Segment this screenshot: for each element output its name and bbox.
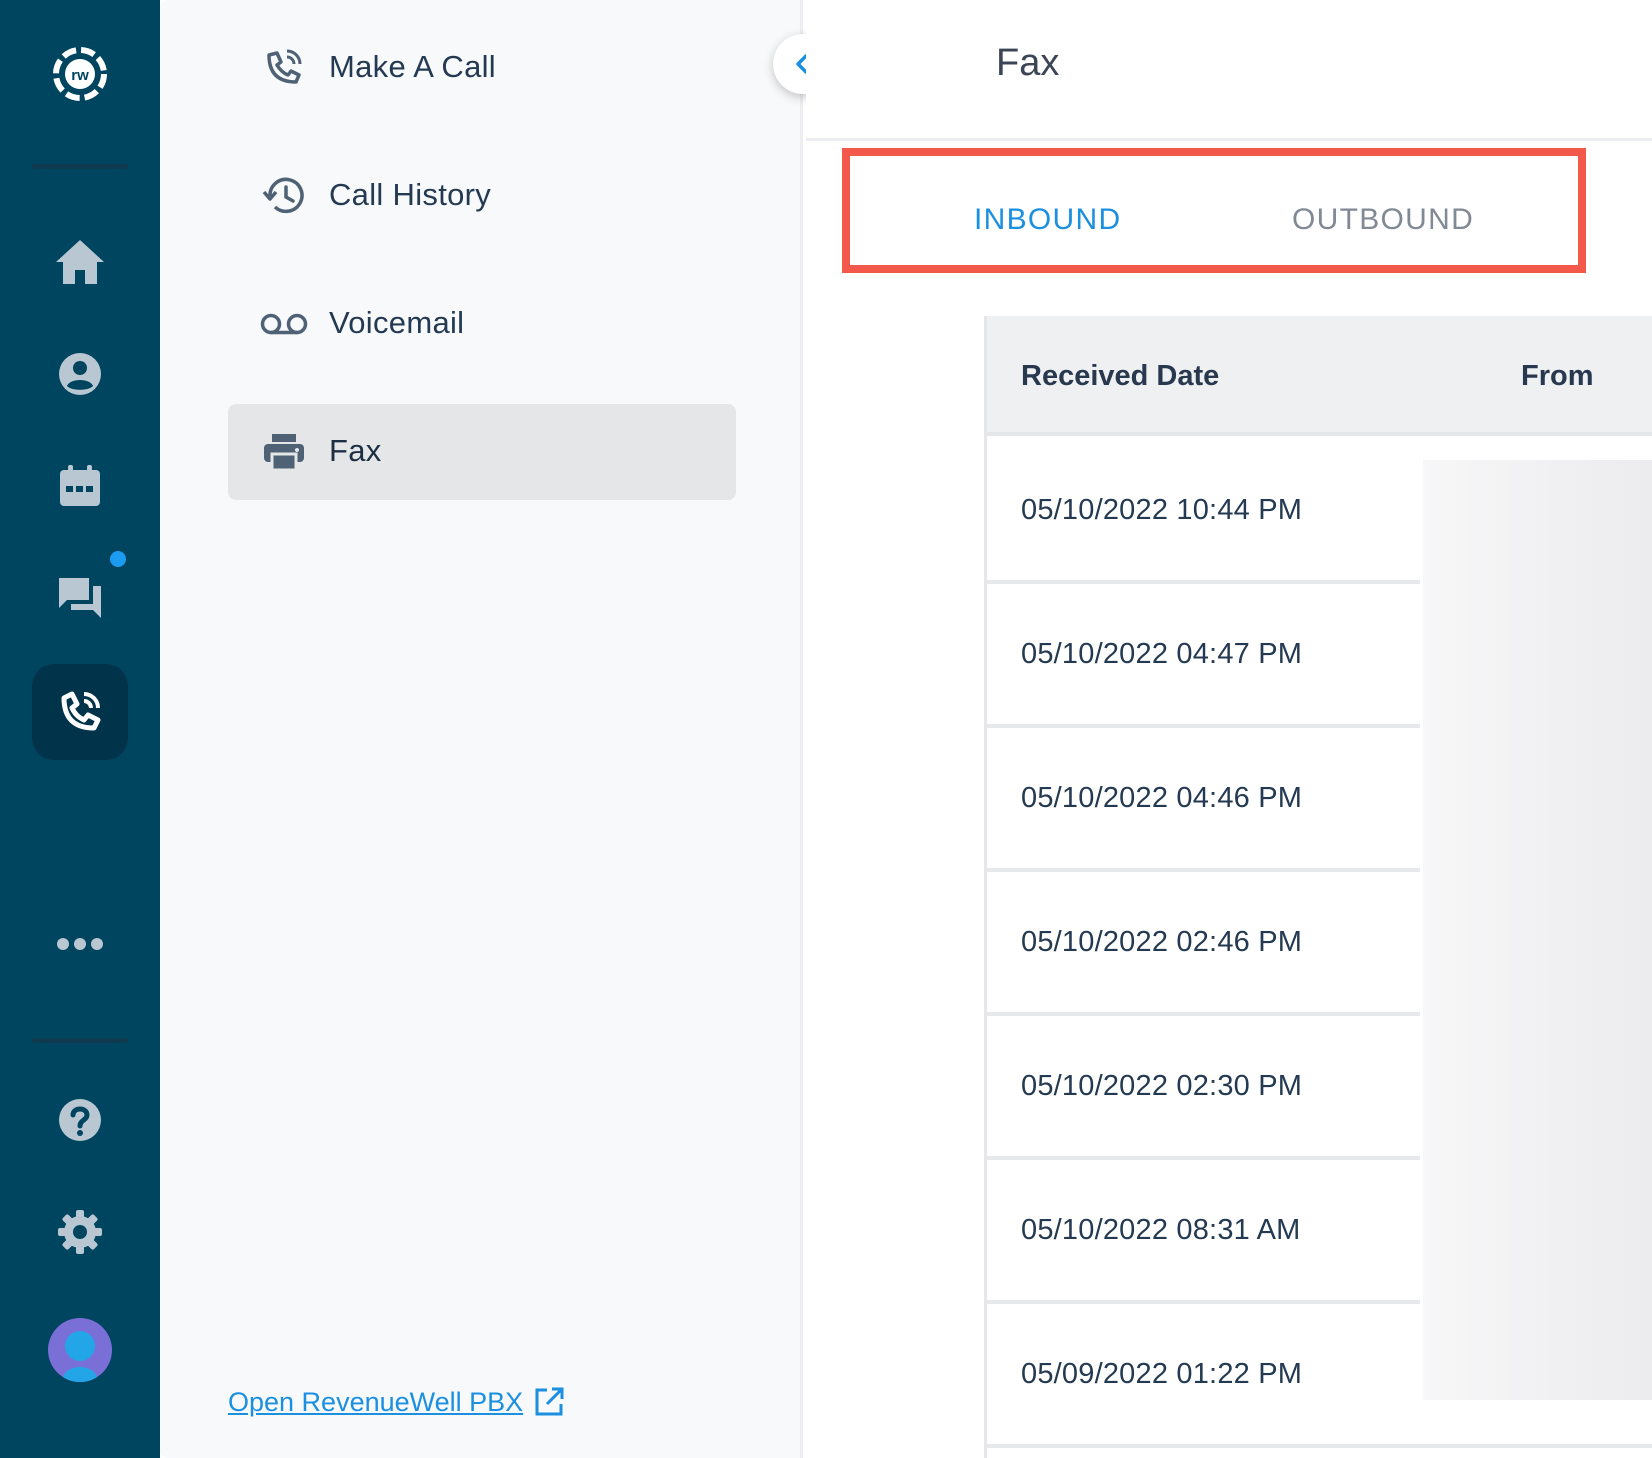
notification-dot [110, 551, 126, 567]
user-icon [59, 353, 101, 395]
nav-item-make-a-call[interactable]: Make A Call [228, 20, 736, 116]
received-date-cell: 05/10/2022 04:47 PM [1021, 638, 1303, 670]
logo-text: rw [71, 67, 89, 84]
table-row[interactable]: 05/09/2022 01:22 PM [987, 1304, 1420, 1448]
phone-nav-panel: Make A Call Call History Voicemail Fax O… [160, 0, 803, 1458]
nav-item-call-history[interactable]: Call History [228, 148, 736, 244]
rail-more[interactable] [32, 896, 128, 992]
nav-item-fax[interactable]: Fax [228, 404, 736, 500]
table-row[interactable]: 05/10/2022 08:31 AM [987, 1160, 1420, 1304]
external-link-icon [535, 1387, 564, 1416]
nav-item-voicemail[interactable]: Voicemail [228, 276, 736, 372]
open-pbx-link[interactable]: Open RevenueWell PBX [228, 1386, 565, 1418]
received-date-cell: 05/10/2022 02:30 PM [1021, 1070, 1303, 1102]
history-icon [260, 172, 308, 220]
column-header-received-date[interactable]: Received Date [1021, 358, 1219, 394]
received-date-cell: 05/10/2022 04:46 PM [1021, 782, 1303, 814]
home-icon [56, 240, 104, 284]
rail-settings[interactable] [32, 1184, 128, 1280]
chat-icon [59, 578, 101, 618]
avatar-icon [62, 1331, 98, 1382]
app-logo[interactable]: rw [32, 26, 128, 122]
app-rail: rw [0, 0, 160, 1458]
main-header: Fax [806, 0, 1652, 141]
printer-icon [260, 428, 308, 476]
page-title: Fax [996, 42, 1060, 84]
table-divider [987, 1444, 1652, 1448]
calendar-icon [60, 465, 100, 506]
table-row[interactable]: 05/10/2022 04:46 PM [987, 728, 1420, 872]
help-icon [59, 1099, 101, 1141]
received-date-cell: 05/10/2022 08:31 AM [1021, 1214, 1301, 1246]
received-date-cell: 05/10/2022 10:44 PM [1021, 494, 1303, 526]
phone-icon [61, 691, 101, 731]
open-pbx-link-label: Open RevenueWell PBX [228, 1386, 524, 1417]
voicemail-icon [260, 300, 308, 348]
nav-label: Make A Call [329, 49, 496, 84]
fax-tabs: INBOUND OUTBOUND [842, 148, 1586, 273]
table-row[interactable]: 05/10/2022 04:47 PM [987, 584, 1420, 728]
table-header: Received Date From [987, 316, 1652, 436]
rail-contacts[interactable] [32, 326, 128, 422]
rail-divider-bottom [32, 1038, 128, 1043]
rail-calendar[interactable] [32, 438, 128, 534]
rail-phone[interactable] [32, 664, 128, 760]
phone-call-icon [260, 44, 308, 92]
rail-help[interactable] [32, 1072, 128, 1168]
tab-outbound[interactable]: OUTBOUND [1292, 202, 1474, 238]
logo-icon: rw [53, 47, 107, 101]
nav-label: Call History [329, 177, 492, 212]
rail-home[interactable] [32, 214, 128, 310]
from-column-placeholder [1423, 460, 1652, 1400]
nav-label: Fax [329, 433, 382, 468]
table-row[interactable]: 05/10/2022 10:44 PM [987, 440, 1420, 584]
user-avatar[interactable] [48, 1318, 112, 1382]
nav-label: Voicemail [329, 305, 465, 340]
fax-table: Received Date From 05/10/2022 10:44 PM 0… [984, 316, 1652, 1458]
rail-divider [32, 164, 128, 169]
tab-inbound[interactable]: INBOUND [974, 202, 1121, 238]
received-date-cell: 05/09/2022 01:22 PM [1021, 1358, 1303, 1390]
column-header-from[interactable]: From [1521, 358, 1594, 394]
table-row[interactable]: 05/10/2022 02:30 PM [987, 1016, 1420, 1160]
settings-icon [58, 1210, 102, 1254]
received-date-cell: 05/10/2022 02:46 PM [1021, 926, 1303, 958]
more-icon [57, 938, 103, 950]
table-row[interactable]: 05/10/2022 02:46 PM [987, 872, 1420, 1016]
